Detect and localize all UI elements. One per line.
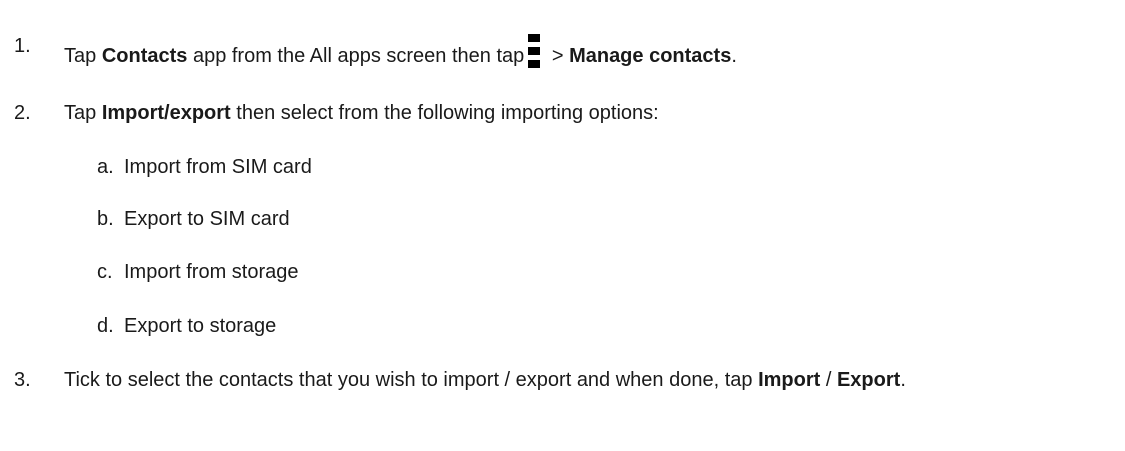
step-text: Tick to select the contacts that you wis… [64,368,906,392]
text-run: app from the All apps screen then tap [187,45,525,67]
more-options-icon [528,34,541,70]
text-run: . [731,45,737,67]
text-run: Tap [64,102,102,124]
text-run: . [900,369,906,391]
step-number: 1. [14,35,31,57]
option-text: Import from storage [124,261,299,283]
export-label: Export [836,369,901,391]
text-run: > [546,45,570,67]
step-number: 3. [14,369,31,391]
step-text: Tap Import/export then select from the f… [64,101,659,125]
contacts-app-label: Contacts [101,45,188,67]
text-run: Tap [64,45,102,67]
manage-contacts-label: Manage contacts [569,45,732,67]
option-letter: d. [97,315,114,337]
step-text: Tap Contacts app from the All apps scree… [64,34,737,70]
text-run: / [820,369,837,391]
option-letter: a. [97,156,114,178]
step-number: 2. [14,102,31,124]
option-letter: c. [97,261,113,283]
import-label: Import [758,369,821,391]
import-export-label: Import/export [101,102,231,124]
option-letter: b. [97,208,114,230]
text-run: then select from the following importing… [230,102,659,124]
text-run: Tick to select the contacts that you wis… [64,369,759,391]
option-text: Export to storage [124,315,277,337]
option-text: Import from SIM card [124,156,312,178]
option-text: Export to SIM card [124,208,290,230]
